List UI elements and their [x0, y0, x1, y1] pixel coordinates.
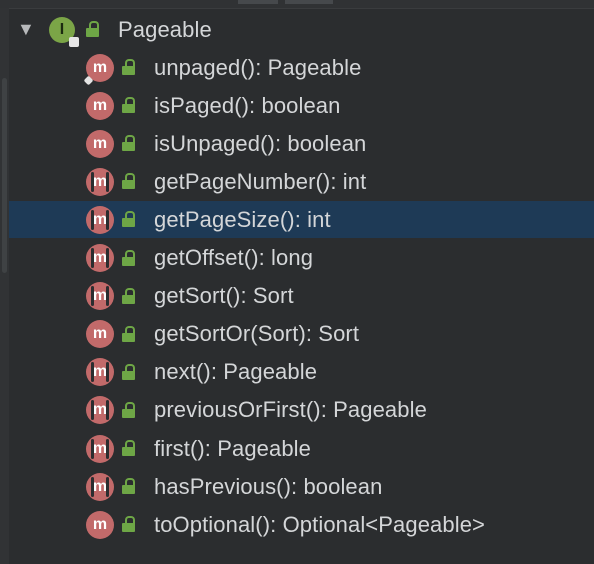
tree-member-label: getPageNumber(): int: [154, 168, 367, 194]
method-icon: m: [83, 53, 114, 85]
method-icon-letter: m: [92, 249, 108, 266]
method-icon-letter: m: [92, 477, 108, 495]
tree-member-label: hasPrevious(): boolean: [154, 473, 383, 499]
expand-arrow-icon[interactable]: ▼: [17, 19, 35, 40]
tree-member-label: isUnpaged(): boolean: [154, 130, 367, 156]
toolbar-tab-hint: [238, 0, 278, 4]
method-icon-letter: m: [92, 363, 108, 381]
abstract-method-icon: m: [86, 244, 114, 272]
tree-member-label: getSort(): Sort: [154, 283, 294, 309]
tree-member-row[interactable]: m getSortOr(Sort): Sort: [9, 316, 594, 353]
tree-member-label: getOffset(): long: [154, 245, 314, 270]
tree-root-label: Pageable: [118, 16, 212, 42]
public-lock-icon: [122, 287, 135, 304]
public-lock-icon: [86, 21, 99, 37]
tree-member-label: toOptional(): Optional<Pageable>: [154, 511, 485, 537]
public-lock-icon: [122, 325, 135, 342]
toolbar-tab-hint: [285, 0, 333, 4]
tree-member-row[interactable]: m next(): Pageable: [9, 354, 594, 391]
public-lock-icon: [122, 440, 135, 456]
tree-member-row[interactable]: m getPageNumber(): int: [9, 163, 594, 200]
scrollbar-thumb[interactable]: [2, 78, 7, 273]
method-icon-letter: m: [92, 325, 108, 343]
tree-member-row[interactable]: m first(): Pageable: [9, 430, 594, 467]
tree-member-row[interactable]: m toOptional(): Optional<Pageable>: [9, 506, 594, 543]
tree-member-label: getSortOr(Sort): Sort: [154, 321, 360, 347]
method-icon-letter: m: [92, 401, 108, 419]
method-icon-letter: m: [92, 134, 108, 152]
public-lock-icon: [122, 249, 135, 266]
method-icon: m: [86, 129, 114, 158]
top-toolbar-edge: [0, 0, 594, 9]
abstract-method-icon: m: [86, 282, 114, 311]
abstract-method-icon: m: [86, 472, 114, 501]
method-icon-letter: m: [92, 515, 108, 533]
vertical-scrollbar[interactable]: [0, 8, 9, 564]
public-lock-icon: [122, 211, 135, 228]
public-lock-icon: [122, 363, 135, 380]
method-icon-letter: m: [92, 439, 108, 457]
public-lock-icon: [122, 97, 135, 114]
tree-member-label: previousOrFirst(): Pageable: [154, 397, 427, 423]
public-lock-icon: [122, 516, 135, 533]
tree-member-label: isPaged(): boolean: [154, 92, 341, 118]
tree-member-label: unpaged(): Pageable: [154, 54, 362, 80]
tree-root-row[interactable]: ▼ I Pageable: [9, 11, 594, 48]
abstract-method-icon: m: [86, 358, 114, 387]
interface-icon-letter: I: [59, 20, 65, 38]
public-lock-icon: [122, 135, 135, 152]
method-icon-letter: m: [92, 58, 108, 76]
lock-overlay-icon: [69, 36, 79, 47]
abstract-method-icon: m: [86, 167, 114, 196]
tree-member-row[interactable]: m unpaged(): Pageable: [9, 49, 594, 86]
tree-member-label: next(): Pageable: [154, 359, 318, 385]
tree-member-label: first(): Pageable: [154, 435, 311, 461]
public-lock-icon: [122, 59, 135, 75]
method-icon: m: [86, 320, 114, 349]
tree-member-row[interactable]: m isUnpaged(): boolean: [9, 125, 594, 162]
method-icon-letter: m: [92, 287, 108, 305]
tree-member-row[interactable]: m getOffset(): long: [9, 240, 594, 277]
tree-member-row[interactable]: m isPaged(): boolean: [9, 87, 594, 124]
abstract-method-icon: m: [86, 434, 114, 463]
tree-member-row[interactable]: m previousOrFirst(): Pageable: [9, 392, 594, 429]
tree-member-label: getPageSize(): int: [154, 206, 331, 232]
public-lock-icon: [122, 478, 135, 495]
static-marker-icon: [83, 75, 94, 85]
method-icon-letter: m: [92, 96, 108, 114]
public-lock-icon: [122, 173, 135, 190]
interface-icon: I: [49, 16, 79, 47]
public-lock-icon: [122, 401, 135, 418]
abstract-method-icon: m: [86, 396, 114, 425]
tree-member-row[interactable]: m getSort(): Sort: [9, 278, 594, 315]
method-icon-letter: m: [92, 210, 108, 228]
tree-member-row[interactable]: m hasPrevious(): boolean: [9, 468, 594, 505]
method-icon: m: [86, 510, 114, 539]
method-icon: m: [86, 91, 114, 120]
tree-member-row[interactable]: m getPageSize(): int: [9, 201, 594, 239]
method-icon-letter: m: [92, 172, 108, 190]
abstract-method-icon: m: [86, 205, 114, 234]
